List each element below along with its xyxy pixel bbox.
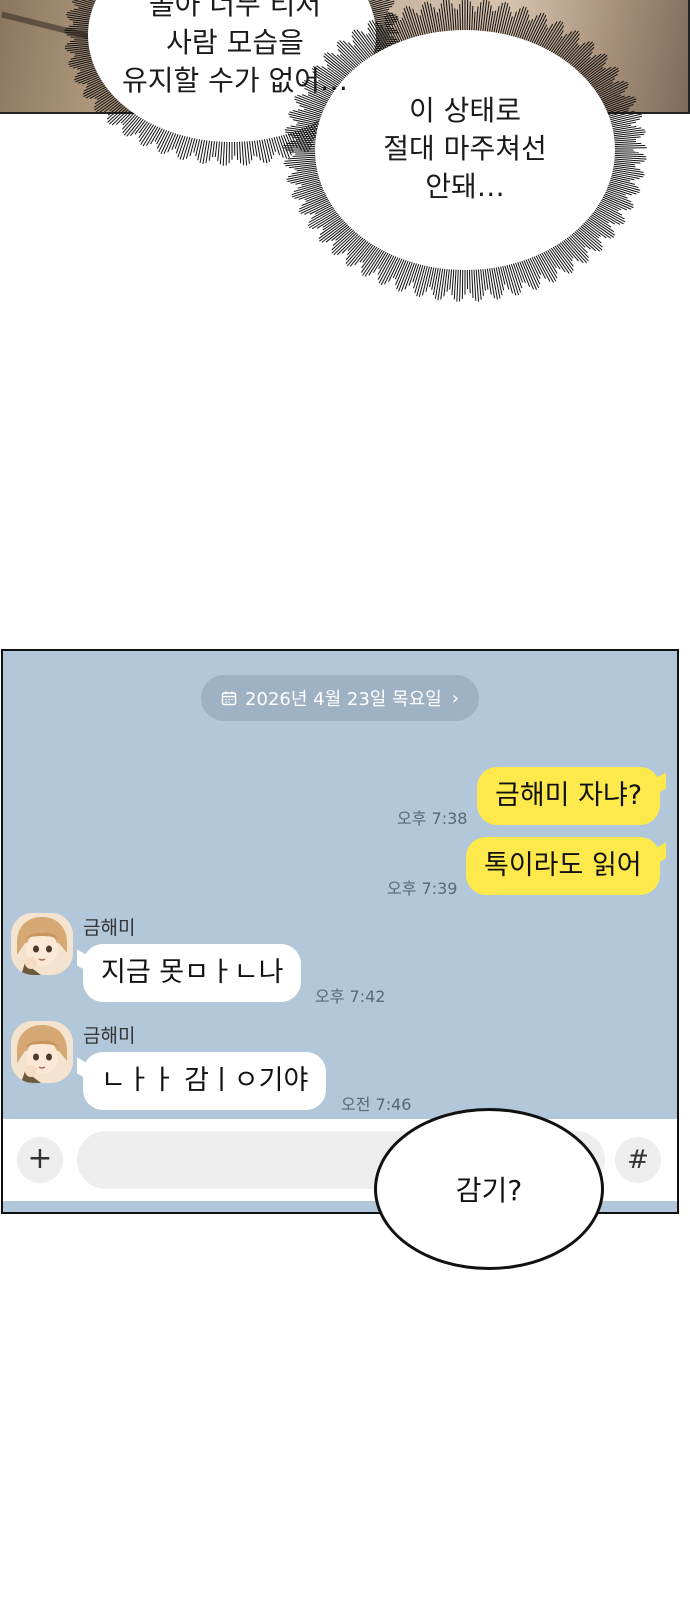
contact-avatar[interactable] (11, 913, 73, 975)
overlay-bubble-text: 감기? (455, 1174, 523, 1207)
outgoing-message[interactable]: 톡이라도 읽어 (466, 837, 660, 895)
overlay-speech-bubble: 감기? (374, 1108, 604, 1270)
incoming-message[interactable]: 지금 못ㅁㅏㄴ나 (83, 944, 302, 1002)
hashtag-search-button[interactable]: # (615, 1137, 661, 1183)
sender-name: 금해미 (83, 917, 136, 939)
sender-name: 금해미 (83, 1025, 136, 1047)
chevron-right-icon: › (451, 687, 459, 709)
message-time: 오후 7:42 (315, 987, 386, 1006)
calendar-icon (221, 691, 237, 706)
add-attachment-button[interactable]: + (17, 1137, 63, 1183)
bubble-1-text: 몰아 너무 티저 사람 모습을 유지할 수가 없어… (121, 0, 349, 97)
incoming-message[interactable]: ㄴㅏㅏ 감ㅣㅇ기야 (83, 1052, 327, 1110)
message-time: 오후 7:38 (397, 809, 468, 828)
date-divider-pill[interactable]: 2026년 4월 23일 목요일 › (201, 675, 479, 721)
contact-avatar[interactable] (11, 1021, 73, 1083)
date-label: 2026년 4월 23일 목요일 (245, 689, 442, 710)
avatar-illustration (11, 1021, 73, 1083)
message-time: 오전 7:46 (341, 1095, 412, 1114)
bubble-2-text: 이 상태로 절대 마주쳐선 안돼… (383, 94, 547, 203)
message-time: 오후 7:39 (387, 879, 458, 898)
avatar-illustration (11, 913, 73, 975)
outgoing-message[interactable]: 금해미 자냐? (477, 767, 661, 825)
chat-window: 2026년 4월 23일 목요일 › 오후 7:38 금해미 자냐? 오후 7:… (1, 649, 679, 1214)
